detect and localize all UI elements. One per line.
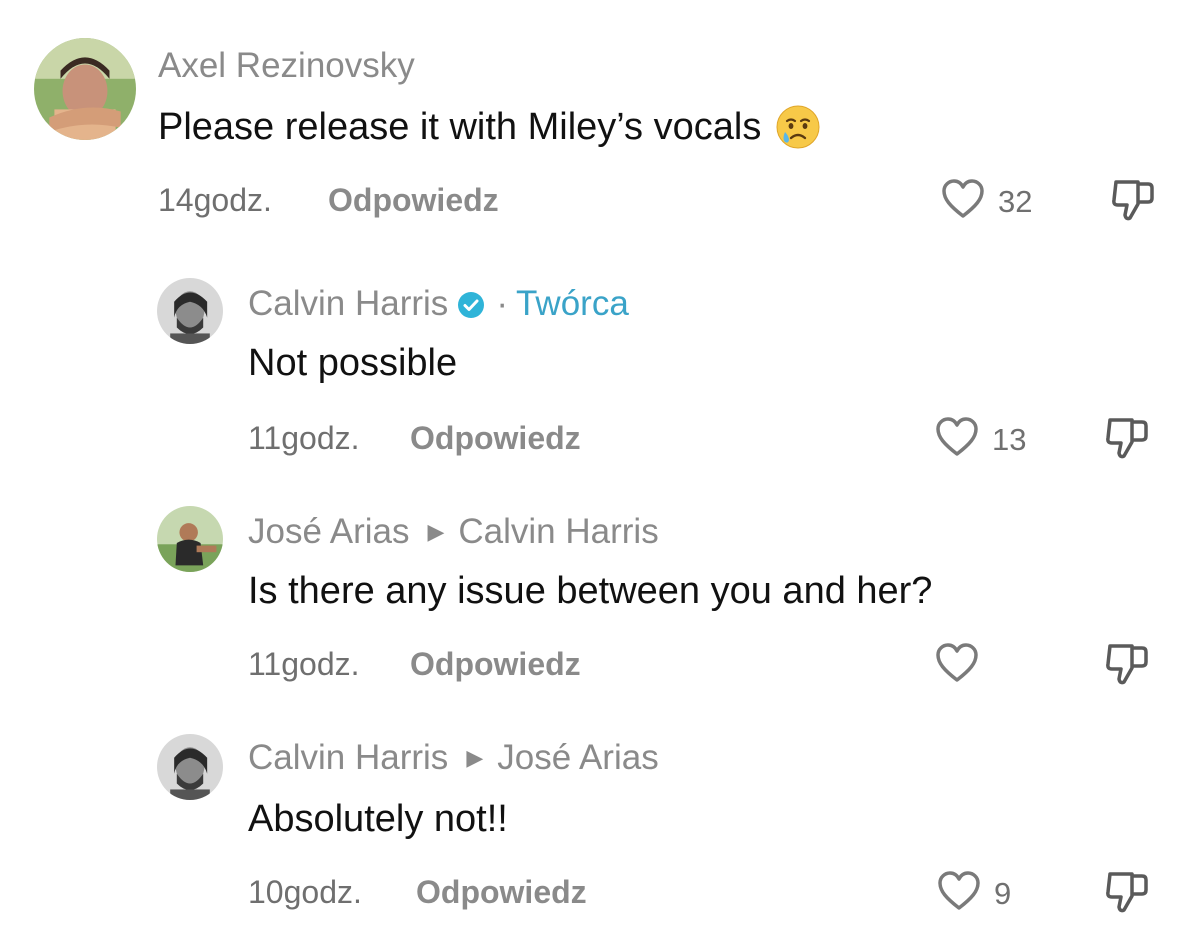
reply-button[interactable]: Odpowiedz <box>328 182 499 219</box>
like-count: 32 <box>998 183 1033 219</box>
like-button[interactable]: 9 <box>936 870 1011 917</box>
comment-author[interactable]: Calvin Harris <box>248 284 448 324</box>
crying-face-icon <box>775 104 821 150</box>
comment-author[interactable]: Calvin Harris <box>248 738 448 778</box>
comment-text: Absolutely not!! <box>248 798 508 841</box>
comment-author-line: Calvin Harris ▶ José Arias <box>248 738 659 778</box>
comment-time: 14godz. <box>158 182 272 218</box>
thumbs-down-icon <box>1102 418 1152 466</box>
comment-time: 11godz. <box>248 420 360 456</box>
thumbs-down-icon <box>1102 644 1152 692</box>
like-count: 9 <box>994 875 1012 911</box>
comment-text: Not possible <box>248 342 457 385</box>
avatar[interactable] <box>157 278 223 344</box>
reply-arrow-icon: ▶ <box>466 745 484 770</box>
like-button[interactable] <box>934 642 992 689</box>
comment-text-content: Please release it with Miley’s vocals <box>158 105 762 148</box>
dislike-button[interactable] <box>1102 640 1152 688</box>
reply-button[interactable]: Odpowiedz <box>410 420 581 457</box>
avatar[interactable] <box>34 38 136 140</box>
comment-text: Is there any issue between you and her? <box>248 570 932 613</box>
reply-target[interactable]: José Arias <box>497 738 658 778</box>
creator-label: Twórca <box>515 284 629 323</box>
comment-text: Please release it with Miley’s vocals <box>158 104 821 150</box>
heart-icon <box>934 416 980 463</box>
dislike-button[interactable] <box>1102 414 1152 462</box>
comment-time: 11godz. <box>248 646 360 682</box>
comment-author[interactable]: José Arias <box>248 512 409 552</box>
thumbs-down-icon <box>1108 180 1158 228</box>
comment-text-content: Is there any issue between you and her? <box>248 570 933 612</box>
reply-button[interactable]: Odpowiedz <box>416 874 587 911</box>
reply-button[interactable]: Odpowiedz <box>410 646 581 683</box>
thumbs-down-icon <box>1102 872 1152 920</box>
heart-icon <box>940 178 986 225</box>
heart-icon <box>936 870 982 917</box>
dislike-button[interactable] <box>1102 868 1152 916</box>
heart-icon <box>934 642 980 689</box>
comment-author-line: Calvin Harris · Twórca <box>248 284 629 324</box>
comment-text-content: Not possible <box>248 342 458 384</box>
avatar[interactable] <box>157 734 223 800</box>
avatar[interactable] <box>157 506 223 572</box>
dislike-button[interactable] <box>1108 176 1158 224</box>
reply-target[interactable]: Calvin Harris <box>458 512 658 552</box>
comment-time: 10godz. <box>248 874 362 910</box>
comment-text-content: Absolutely not!! <box>248 798 508 840</box>
comment-author-line: Axel Rezinovsky <box>158 46 415 86</box>
separator-dot: · <box>496 284 508 323</box>
like-button[interactable]: 32 <box>940 178 1032 225</box>
comment-author-line: José Arias ▶ Calvin Harris <box>248 512 659 552</box>
like-button[interactable]: 13 <box>934 416 1026 463</box>
reply-arrow-icon: ▶ <box>427 519 445 544</box>
verified-badge-icon <box>456 289 486 319</box>
like-count: 13 <box>992 421 1027 457</box>
comment-author[interactable]: Axel Rezinovsky <box>158 46 415 86</box>
